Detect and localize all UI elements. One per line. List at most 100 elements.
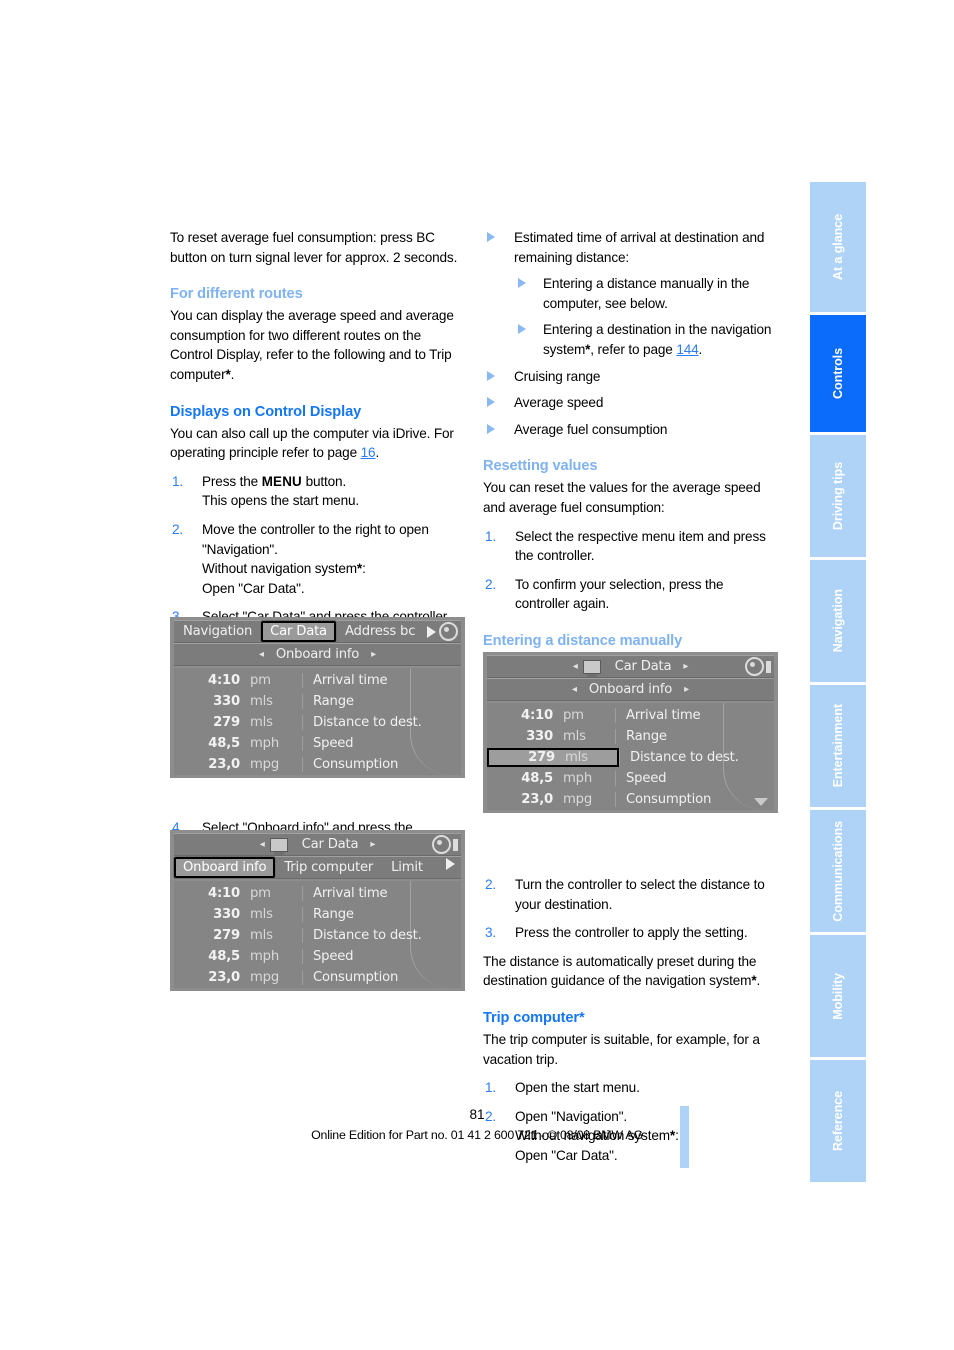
routes-paragraph-end: .	[230, 366, 235, 382]
cell-unit: mls	[565, 750, 617, 765]
sidebar-item-driving-tips[interactable]: Driving tips	[810, 435, 866, 557]
cd3-second-bar[interactable]: ◂ Onboard info ▸	[487, 678, 774, 701]
distance-closing-text: The distance is automatically preset dur…	[483, 953, 757, 989]
list-item: 1. Select the respective menu item and p…	[483, 527, 775, 566]
sidebar-item-mobility[interactable]: Mobility	[810, 935, 866, 1057]
left-arrow-icon[interactable]: ◂	[256, 649, 267, 660]
cell-label: Range	[615, 729, 774, 744]
step-number: 1.	[485, 528, 497, 544]
step-line2-suffix: :	[362, 561, 366, 577]
sidebar-item-entertainment[interactable]: Entertainment	[810, 685, 866, 807]
table-row[interactable]: 4:10 pm Arrival time	[487, 705, 774, 726]
step-number: 3.	[485, 925, 497, 941]
table-row[interactable]: 23,0 mpg Consumption	[174, 754, 461, 775]
cell-unit: mpg	[250, 757, 279, 772]
cell-label: Range	[302, 694, 461, 709]
cell-label: Speed	[302, 736, 461, 751]
controller-icon	[432, 835, 451, 854]
sidebar-item-label: Driving tips	[831, 461, 845, 531]
list-item: Entering a distance manually in the comp…	[514, 274, 775, 313]
cell-unit: pm	[563, 708, 584, 723]
cd2-tab-limit[interactable]: Limit	[382, 860, 432, 875]
table-row[interactable]: 279 mls Distance to dest.	[174, 925, 461, 946]
list-item: Entering a destination in the navigation…	[514, 320, 775, 359]
controller-icon	[439, 622, 458, 641]
step-line3: Open "Car Data".	[515, 1148, 618, 1164]
table-row[interactable]: 23,0 mpg Consumption	[487, 789, 774, 810]
resetting-paragraph: You can reset the values for the average…	[483, 480, 761, 515]
cd3-onboard-info-label: Onboard info	[588, 682, 673, 697]
table-row-selected[interactable]: 279 mls Distance to dest.	[487, 747, 774, 768]
bullet-text: Entering a distance manually in the comp…	[543, 276, 750, 311]
cd3-title-bar: ◂ Car Data ▸	[487, 655, 774, 678]
control-display-screenshot-3: ◂ Car Data ▸ ◂ Onboard info ▸ 4:10 pm Arri…	[483, 652, 778, 813]
table-row[interactable]: 48,5 mph Speed	[174, 946, 461, 967]
step-text: Press the controller to apply the settin…	[515, 925, 748, 941]
cd1-tab-address-book[interactable]: Address bc	[336, 624, 424, 639]
cell-value: 279	[213, 715, 240, 730]
cd2-right-widgets-2	[443, 858, 458, 870]
distance-closing-paragraph: The distance is automatically preset dur…	[483, 952, 775, 991]
table-row[interactable]: 4:10 pm Arrival time	[174, 883, 461, 904]
table-row[interactable]: 23,0 mpg Consumption	[174, 967, 461, 988]
triangle-bullet-icon	[487, 423, 495, 434]
cell-value: 330	[213, 694, 240, 709]
cd1-second-bar[interactable]: ◂ Onboard info ▸	[174, 643, 461, 666]
list-item: Average speed	[483, 393, 775, 413]
right-arrow-icon[interactable]: ▸	[681, 684, 692, 695]
cell-unit: mpg	[563, 792, 592, 807]
cell-value: 23,0	[521, 792, 553, 807]
cell-label: Distance to dest.	[302, 928, 461, 943]
step-line1: Open the start menu.	[515, 1080, 640, 1096]
control-display-screenshot-1: Navigation Car Data Address bc ◂ Onboard…	[170, 617, 465, 778]
cd2-tab-onboard-info-selected[interactable]: Onboard info	[174, 857, 276, 878]
cd1-tab-navigation[interactable]: Navigation	[174, 624, 261, 639]
step-text-before: Press the	[202, 473, 262, 489]
step-text-after: button.	[301, 473, 347, 489]
step-number: 2.	[485, 877, 497, 893]
step-number: 2.	[172, 521, 184, 537]
table-row[interactable]: 330 mls Range	[487, 726, 774, 747]
indicator-bar-icon	[766, 660, 771, 673]
cell-value: 4:10	[207, 673, 240, 688]
sidebar-item-navigation[interactable]: Navigation	[810, 560, 866, 682]
control-display-screenshot-2: ◂ Car Data ▸ Onboard info Trip computer …	[170, 830, 465, 991]
left-arrow-icon[interactable]: ◂	[570, 661, 581, 672]
next-arrow-icon[interactable]	[427, 625, 436, 638]
cd2-tab-bar[interactable]: Onboard info Trip computer Limit	[174, 856, 461, 879]
page-ref-16[interactable]: 16	[361, 445, 376, 460]
list-item: 3. Press the controller to apply the set…	[483, 923, 775, 943]
table-row[interactable]: 330 mls Range	[174, 691, 461, 712]
table-row[interactable]: 48,5 mph Speed	[487, 768, 774, 789]
routes-paragraph-text: You can display the average speed and av…	[170, 308, 454, 382]
page-ref-144[interactable]: 144	[676, 342, 698, 357]
cell-unit: mph	[250, 736, 279, 751]
table-row[interactable]: 279 mls Distance to dest.	[174, 712, 461, 733]
section-tab-strip: At a glance Controls Driving tips Naviga…	[810, 182, 866, 1185]
cell-unit: mls	[250, 907, 273, 922]
table-row[interactable]: 48,5 mph Speed	[174, 733, 461, 754]
sidebar-item-label: Navigation	[831, 589, 845, 653]
heading-resetting-values: Resetting values	[483, 458, 598, 475]
table-row[interactable]: 330 mls Range	[174, 904, 461, 925]
next-arrow-icon[interactable]	[446, 858, 455, 870]
cd1-tab-car-data-selected[interactable]: Car Data	[261, 621, 336, 642]
right-arrow-icon[interactable]: ▸	[368, 649, 379, 660]
list-item: Estimated time of arrival at destination…	[483, 228, 775, 360]
bullet-text-mid: , refer to page	[590, 341, 677, 357]
table-row[interactable]: 4:10 pm Arrival time	[174, 670, 461, 691]
features-bullet-list: Estimated time of arrival at destination…	[483, 228, 775, 439]
triangle-bullet-icon	[487, 397, 495, 408]
step-text: Select the respective menu item and pres…	[515, 528, 766, 564]
left-arrow-icon[interactable]: ◂	[569, 684, 580, 695]
right-arrow-icon[interactable]: ▸	[367, 839, 378, 850]
sidebar-item-controls[interactable]: Controls	[810, 315, 866, 432]
right-arrow-icon[interactable]: ▸	[680, 661, 691, 672]
sidebar-item-at-a-glance[interactable]: At a glance	[810, 182, 866, 312]
left-arrow-icon[interactable]: ◂	[257, 839, 268, 850]
sidebar-item-communications[interactable]: Communications	[810, 810, 866, 932]
cd2-tab-trip-computer[interactable]: Trip computer	[275, 860, 382, 875]
cell-value: 48,5	[208, 736, 240, 751]
scroll-down-icon[interactable]	[754, 798, 768, 806]
cd1-top-tab-bar[interactable]: Navigation Car Data Address bc	[174, 620, 461, 643]
